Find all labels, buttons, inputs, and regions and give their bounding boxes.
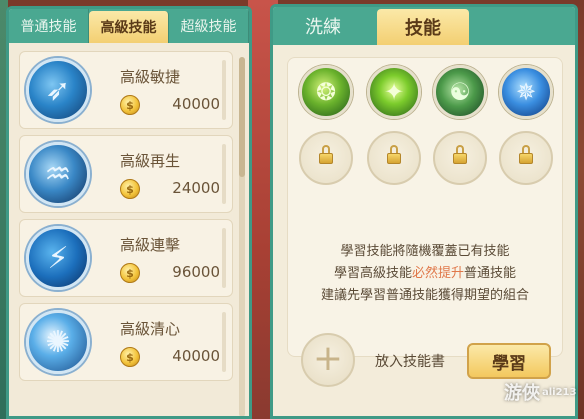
info-line: 學習高級技能必然提升普通技能 xyxy=(287,263,563,285)
green-blade-icon[interactable]: ✦ xyxy=(367,65,421,119)
skill-row[interactable]: ✺ 高級清心 $ 40000 xyxy=(19,303,233,381)
add-skill-book-button[interactable]: + xyxy=(301,333,355,387)
skill-list: ➶ 高級敏捷 $ 40000 ♒ 高級再生 $ 24000 ⚡ 高級連擊 $ 9… xyxy=(19,51,233,416)
meditation-icon: ✺ xyxy=(26,310,90,374)
site-watermark: 游俠 ali213 xyxy=(504,372,584,412)
info-line: 建議先學習普通技能獲得期望的組合 xyxy=(320,288,529,303)
skill-cost: 96000 xyxy=(172,263,220,281)
combo-icon: ⚡ xyxy=(26,226,90,290)
blue-beast-icon[interactable]: ✵ xyxy=(499,65,553,119)
row-divider xyxy=(222,144,226,204)
skill-category-tabs: 普通技能 高級技能 超級技能 xyxy=(9,9,249,43)
locked-slot[interactable] xyxy=(367,131,421,185)
lock-icon xyxy=(519,145,533,165)
row-divider xyxy=(222,228,226,288)
skill-row[interactable]: ⚡ 高級連擊 $ 96000 xyxy=(19,219,233,297)
scrollbar-thumb[interactable] xyxy=(239,57,245,177)
skill-cost: 40000 xyxy=(172,347,220,365)
tab-refine[interactable]: 洗練 xyxy=(273,7,373,45)
row-divider xyxy=(222,312,226,372)
add-skill-book-label: 放入技能書 xyxy=(375,354,445,370)
skill-learn-panel: 洗練 技能 ❂ ✦ ☯ ✵ 學習技能將隨機覆蓋已有技能 學習高級技能必然提升普通… xyxy=(270,4,578,419)
info-highlight: 必然提升 xyxy=(411,266,464,281)
skill-name: 高級敏捷 xyxy=(120,68,181,86)
info-text: 學習高級技能 xyxy=(333,266,412,281)
watermark-sub: ali213 xyxy=(542,386,577,398)
green-dragon-icon[interactable]: ☯ xyxy=(433,65,487,119)
list-scrollbar[interactable] xyxy=(239,57,245,416)
tab-normal-skills[interactable]: 普通技能 xyxy=(9,9,89,43)
skill-cost: 24000 xyxy=(172,179,220,197)
coin-icon: $ xyxy=(120,347,140,367)
skill-row[interactable]: ♒ 高級再生 $ 24000 xyxy=(19,135,233,213)
watermark-text: 游俠 xyxy=(504,383,540,404)
info-line: 學習技能將隨機覆蓋已有技能 xyxy=(340,244,510,259)
lock-icon xyxy=(387,145,401,165)
coin-icon: $ xyxy=(120,263,140,283)
locked-slot[interactable] xyxy=(499,131,553,185)
row-divider xyxy=(222,60,226,120)
coin-icon: $ xyxy=(120,95,140,115)
locked-slot[interactable] xyxy=(433,131,487,185)
skill-cost: 40000 xyxy=(172,95,220,113)
green-swirl-icon[interactable]: ❂ xyxy=(299,65,353,119)
tab-skills[interactable]: 技能 xyxy=(377,9,469,45)
lock-icon xyxy=(319,145,333,165)
skill-shop-panel: 普通技能 高級技能 超級技能 ➶ 高級敏捷 $ 40000 ♒ 高級再生 $ 2… xyxy=(6,6,252,419)
skill-name: 高級清心 xyxy=(120,320,181,338)
skill-name: 高級連擊 xyxy=(120,236,181,254)
panel-tabs: 洗練 技能 xyxy=(273,7,575,45)
skill-row[interactable]: ➶ 高級敏捷 $ 40000 xyxy=(19,51,233,129)
lock-icon xyxy=(453,145,467,165)
bird-icon: ➶ xyxy=(26,58,90,122)
tab-advanced-skills[interactable]: 高級技能 xyxy=(89,11,169,43)
locked-slot[interactable] xyxy=(299,131,353,185)
skill-name: 高級再生 xyxy=(120,152,181,170)
regen-icon: ♒ xyxy=(26,142,90,206)
info-text: 普通技能 xyxy=(464,266,517,281)
tab-super-skills[interactable]: 超級技能 xyxy=(169,9,249,43)
learn-info-text: 學習技能將隨機覆蓋已有技能 學習高級技能必然提升普通技能 建議先學習普通技能獲得… xyxy=(287,241,563,307)
coin-icon: $ xyxy=(120,179,140,199)
